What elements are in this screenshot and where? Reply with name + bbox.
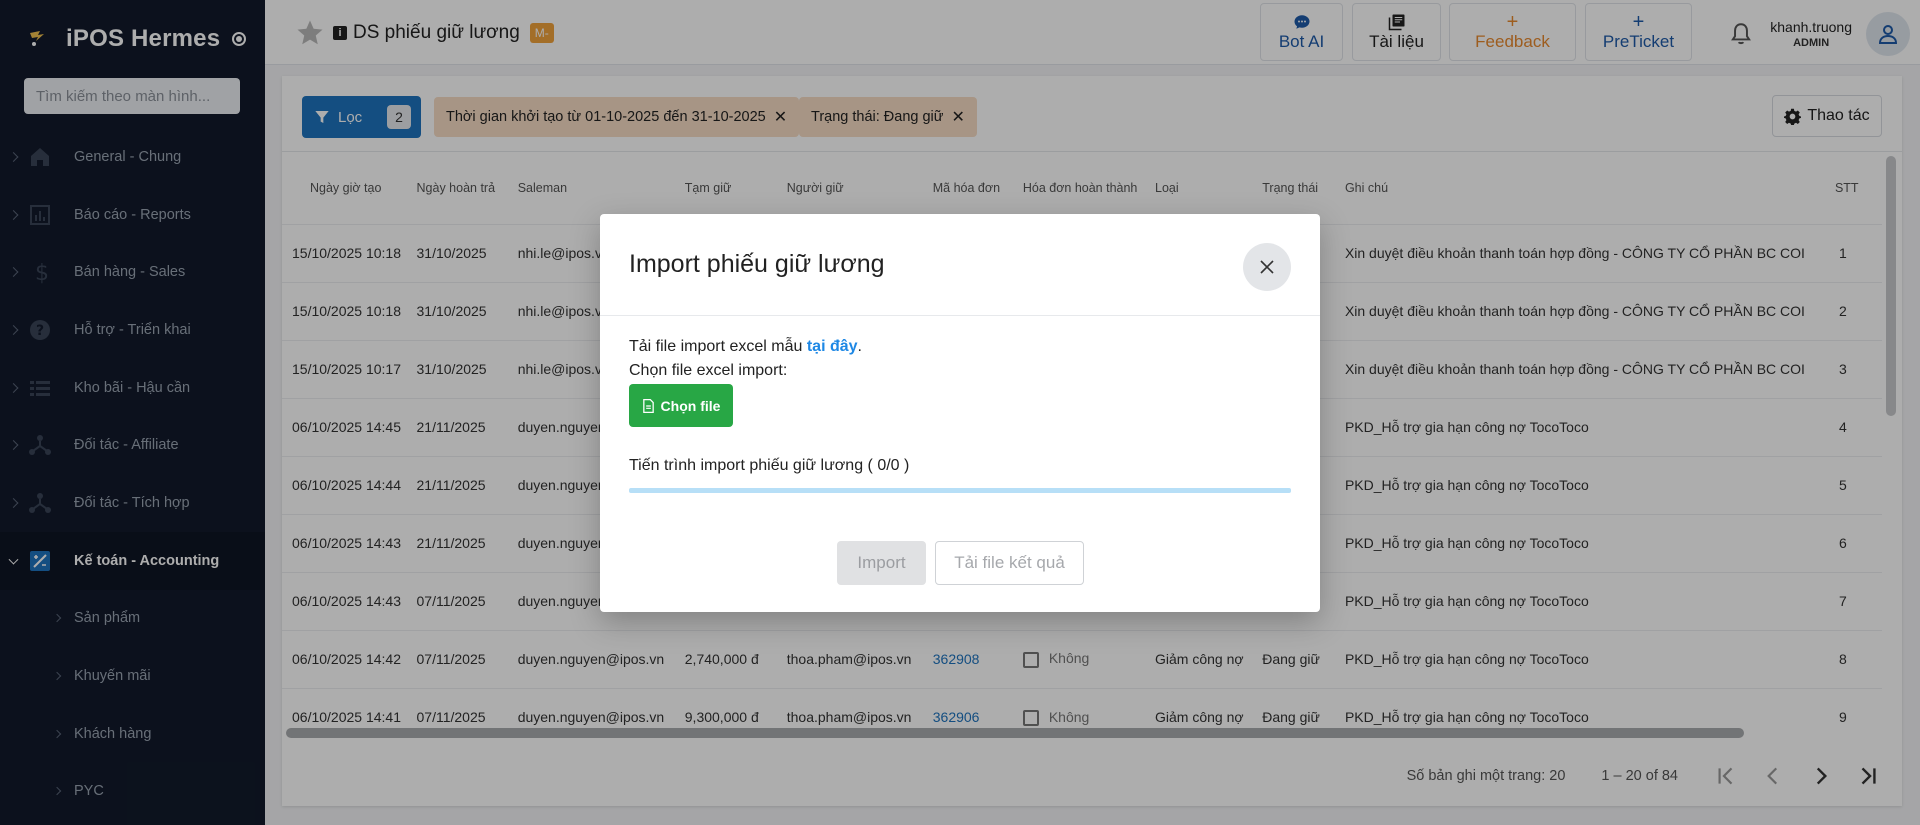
choose-file-label-text: Chọn file <box>660 397 721 414</box>
import-button[interactable]: Import <box>837 541 926 585</box>
modal-close-button[interactable] <box>1243 243 1291 291</box>
download-template-text: Tải file import excel mẫu tại đây. <box>629 338 862 356</box>
download-prefix: Tải file import excel mẫu <box>629 338 803 355</box>
choose-file-button[interactable]: Chọn file <box>629 384 733 427</box>
modal-divider <box>600 315 1320 316</box>
choose-file-label: Chọn file excel import: <box>629 362 788 379</box>
file-icon <box>642 398 654 413</box>
download-template-link[interactable]: tại đây <box>807 338 858 355</box>
import-progress-bar <box>629 488 1291 493</box>
import-modal: Import phiếu giữ lương Tải file import e… <box>600 214 1320 612</box>
progress-label: Tiến trình import phiếu giữ lương ( 0/0 … <box>629 457 910 474</box>
download-suffix: . <box>857 338 862 355</box>
close-icon <box>1260 260 1274 274</box>
modal-title: Import phiếu giữ lương <box>629 250 885 278</box>
download-result-button[interactable]: Tải file kết quả <box>935 541 1084 585</box>
